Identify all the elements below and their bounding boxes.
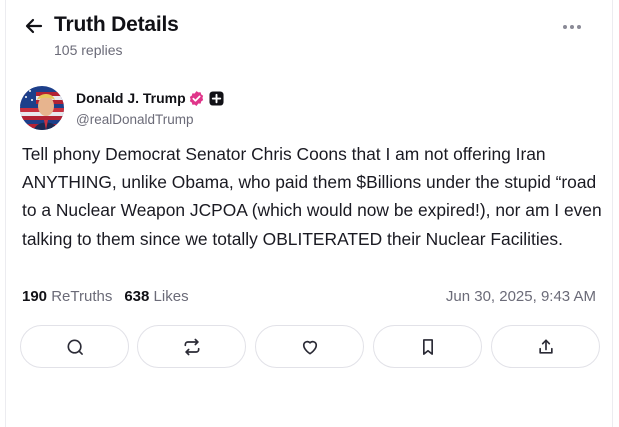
bookmark-button[interactable] [373,325,482,368]
share-icon [538,339,553,354]
page-title: Truth Details [54,13,179,36]
plus-badge-icon [209,91,224,106]
retruths-label: ReTruths [51,288,113,305]
retruths-count: 190 [22,288,48,305]
retruth-button[interactable] [137,325,246,368]
bookmark-icon [422,338,433,355]
share-button[interactable] [491,325,600,368]
post-timestamp: Jun 30, 2025, 9:43 AM [445,288,596,305]
post-stats: 190 ReTruths 638 Likes [22,288,189,305]
arrow-left-icon [25,18,43,34]
reply-button[interactable] [20,325,129,368]
verified-badge-icon [189,91,204,106]
author-handle[interactable]: @realDonaldTrump [76,112,194,127]
replies-count: 105 replies [54,42,123,58]
reply-icon [67,339,83,355]
likes-count: 638 [124,288,150,305]
post-actions-bar [20,325,600,369]
likes-label: Likes [153,288,189,305]
more-horizontal-icon [563,25,581,29]
retruth-icon [184,338,199,355]
retruths-stat[interactable]: 190 ReTruths [22,288,112,305]
like-button[interactable] [255,325,364,368]
avatar[interactable] [20,86,64,130]
avatar-image [20,86,64,130]
post-text: Tell phony Democrat Senator Chris Coons … [22,144,602,249]
like-heart-icon [302,340,317,354]
page-header: Truth Details 105 replies [0,0,619,72]
back-button[interactable] [22,14,46,38]
likes-stat[interactable]: 638 Likes [124,288,188,305]
author-name[interactable]: Donald J. Trump [76,90,186,106]
more-options-button[interactable] [557,16,587,38]
